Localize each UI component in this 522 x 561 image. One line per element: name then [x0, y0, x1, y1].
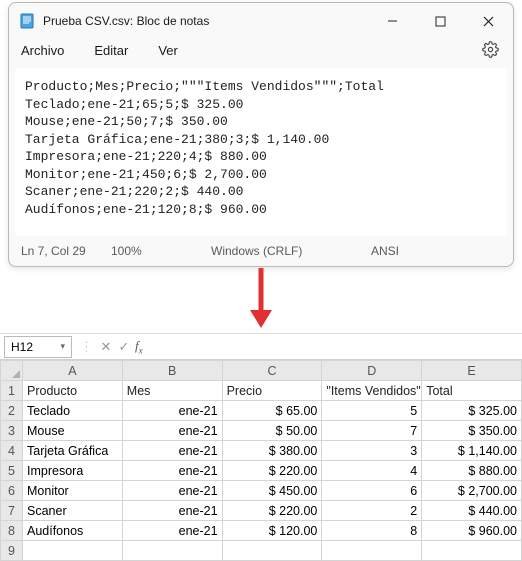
select-all-corner[interactable] — [1, 361, 23, 381]
cell[interactable]: ene-21 — [122, 521, 222, 541]
cell[interactable]: $ 325.00 — [422, 401, 522, 421]
cell[interactable]: $ 880.00 — [422, 461, 522, 481]
cell[interactable]: ene-21 — [122, 461, 222, 481]
formula-input[interactable] — [149, 336, 522, 358]
notepad-window: Prueba CSV.csv: Bloc de notas Archivo Ed… — [8, 2, 514, 267]
col-header-D[interactable]: D — [322, 361, 422, 381]
separator: ⋮ — [76, 339, 97, 355]
status-encoding: ANSI — [361, 244, 501, 258]
name-box-value: H12 — [11, 340, 33, 354]
statusbar: Ln 7, Col 29 100% Windows (CRLF) ANSI — [9, 238, 513, 266]
cell[interactable]: ene-21 — [122, 401, 222, 421]
cell[interactable]: $ 450.00 — [222, 481, 322, 501]
menu-file[interactable]: Archivo — [21, 43, 64, 58]
cell[interactable]: Producto — [23, 381, 123, 401]
formula-bar: H12 ▾ ⋮ ✕ ✓ fx — [0, 334, 522, 360]
cell[interactable]: Total — [422, 381, 522, 401]
menubar: Archivo Editar Ver — [9, 37, 513, 68]
cell[interactable]: $ 50.00 — [222, 421, 322, 441]
cell[interactable]: ene-21 — [122, 421, 222, 441]
cell[interactable]: 4 — [322, 461, 422, 481]
cell[interactable]: $ 440.00 — [422, 501, 522, 521]
fx-icon[interactable]: fx — [133, 338, 149, 356]
accept-icon[interactable]: ✓ — [115, 339, 133, 355]
cell[interactable] — [222, 541, 322, 561]
cell[interactable]: $ 2,700.00 — [422, 481, 522, 501]
cell[interactable]: $ 65.00 — [222, 401, 322, 421]
cell[interactable]: 3 — [322, 441, 422, 461]
col-header-B[interactable]: B — [122, 361, 222, 381]
cell[interactable]: $ 960.00 — [422, 521, 522, 541]
cell[interactable]: $ 1,140.00 — [422, 441, 522, 461]
menu-edit[interactable]: Editar — [94, 43, 128, 58]
gear-icon[interactable] — [482, 41, 499, 61]
arrow-down-icon — [0, 263, 522, 333]
row-header[interactable]: 3 — [1, 421, 23, 441]
cell[interactable]: Audífonos — [23, 521, 123, 541]
cell[interactable]: $ 120.00 — [222, 521, 322, 541]
text-content[interactable]: Producto;Mes;Precio;"""Items Vendidos"""… — [15, 68, 507, 236]
cell[interactable] — [23, 541, 123, 561]
maximize-button[interactable] — [425, 11, 455, 31]
close-button[interactable] — [473, 11, 503, 31]
cell[interactable]: Impresora — [23, 461, 123, 481]
col-header-E[interactable]: E — [422, 361, 522, 381]
row-header[interactable]: 6 — [1, 481, 23, 501]
status-position: Ln 7, Col 29 — [21, 244, 111, 258]
status-zoom: 100% — [111, 244, 211, 258]
cancel-icon[interactable]: ✕ — [97, 339, 115, 355]
cell[interactable]: Teclado — [23, 401, 123, 421]
cell[interactable]: 5 — [322, 401, 422, 421]
row-header[interactable]: 7 — [1, 501, 23, 521]
cell[interactable]: 6 — [322, 481, 422, 501]
cell[interactable]: Monitor — [23, 481, 123, 501]
chevron-down-icon[interactable]: ▾ — [60, 341, 65, 352]
grid[interactable]: ABCDE1ProductoMesPrecio"Items Vendidos"T… — [0, 360, 522, 561]
row-header[interactable]: 2 — [1, 401, 23, 421]
cell[interactable]: Scaner — [23, 501, 123, 521]
menu-view[interactable]: Ver — [158, 43, 178, 58]
row-header[interactable]: 9 — [1, 541, 23, 561]
row-header[interactable]: 4 — [1, 441, 23, 461]
cell[interactable]: Tarjeta Gráfica — [23, 441, 123, 461]
row-header[interactable]: 1 — [1, 381, 23, 401]
cell[interactable] — [422, 541, 522, 561]
notepad-icon — [19, 13, 35, 29]
cell[interactable]: "Items Vendidos" — [322, 381, 422, 401]
cell[interactable]: $ 380.00 — [222, 441, 322, 461]
cell[interactable]: 2 — [322, 501, 422, 521]
cell[interactable]: Mes — [122, 381, 222, 401]
cell[interactable] — [122, 541, 222, 561]
cell[interactable]: ene-21 — [122, 441, 222, 461]
cell[interactable]: $ 220.00 — [222, 501, 322, 521]
row-header[interactable]: 5 — [1, 461, 23, 481]
col-header-C[interactable]: C — [222, 361, 322, 381]
cell[interactable]: $ 350.00 — [422, 421, 522, 441]
spreadsheet: H12 ▾ ⋮ ✕ ✓ fx ABCDE 1ProductoMesPrecio"I… — [0, 333, 522, 561]
cell[interactable]: 7 — [322, 421, 422, 441]
col-header-A[interactable]: A — [23, 361, 123, 381]
name-box[interactable]: H12 ▾ — [4, 336, 72, 358]
cell[interactable] — [322, 541, 422, 561]
titlebar[interactable]: Prueba CSV.csv: Bloc de notas — [9, 3, 513, 37]
row-header[interactable]: 8 — [1, 521, 23, 541]
cell[interactable]: Mouse — [23, 421, 123, 441]
cell[interactable]: Precio — [222, 381, 322, 401]
status-eol: Windows (CRLF) — [211, 244, 361, 258]
window-controls — [377, 11, 503, 31]
cell[interactable]: ene-21 — [122, 481, 222, 501]
cell[interactable]: $ 220.00 — [222, 461, 322, 481]
window-title: Prueba CSV.csv: Bloc de notas — [43, 14, 369, 28]
cell[interactable]: 8 — [322, 521, 422, 541]
minimize-button[interactable] — [377, 11, 407, 31]
cell[interactable]: ene-21 — [122, 501, 222, 521]
